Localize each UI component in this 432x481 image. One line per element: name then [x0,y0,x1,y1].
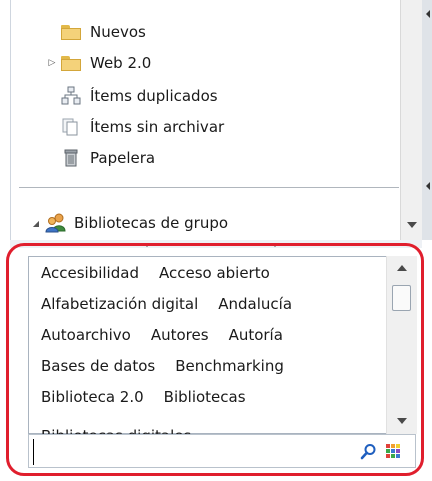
tree-item-label: Web 2.0 [90,54,152,72]
tree-item-trash[interactable]: Papelera [61,145,155,171]
folder-icon [61,55,81,71]
tree-item-duplicates[interactable]: Ítems duplicados [61,83,218,109]
tree-item-label: Ítems duplicados [90,87,218,105]
collapse-left-icon[interactable] [426,182,430,190]
folder-icon [61,24,81,40]
tree-item-unfiled[interactable]: Ítems sin archivar [61,114,224,140]
trash-icon [61,148,81,168]
unfiled-items-icon [61,117,81,137]
tree-item-label: Bibliotecas de grupo [74,214,229,232]
tree-divider [19,187,399,188]
tree-item-nuevos[interactable]: Nuevos [61,19,146,45]
tree-item-group-libraries[interactable]: ◢ Bibliotecas de grupo [31,210,228,236]
tree-item-label: Ítems sin archivar [90,118,225,136]
tree-item-label: Papelera [90,149,156,167]
scroll-down-arrow-icon[interactable] [407,222,417,228]
collapse-arrow-icon[interactable]: ◢ [31,219,41,228]
highlight-frame [6,243,424,476]
pane-splitter-vertical[interactable] [422,0,432,240]
tree-scrollbar[interactable] [400,0,423,240]
duplicate-items-icon [61,86,81,106]
collection-tree: Nuevos ▷ Web 2.0 Ítems duplicados Ítems … [10,0,401,240]
tree-item-label: Nuevos [90,23,146,41]
tree-item-web-2-0[interactable]: ▷ Web 2.0 [47,50,152,76]
expand-arrow-icon[interactable]: ▷ [47,58,57,68]
group-icon [45,213,66,233]
collapse-left-icon[interactable] [426,10,430,18]
